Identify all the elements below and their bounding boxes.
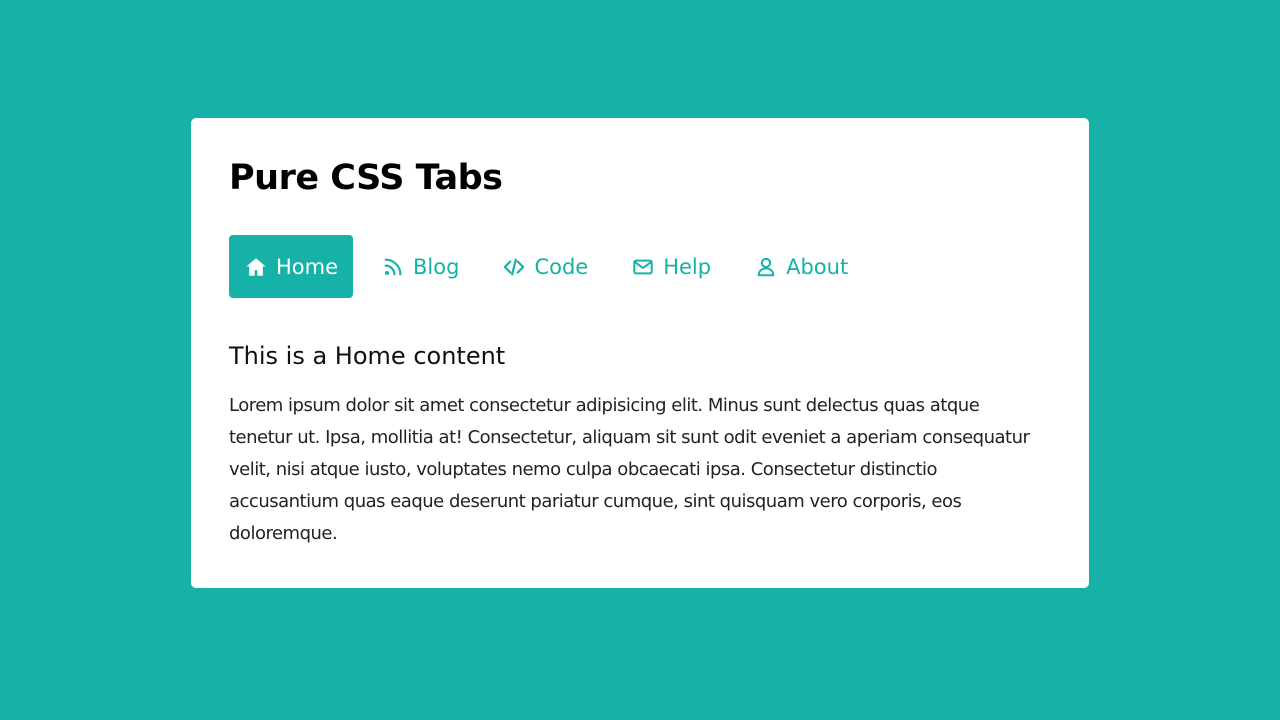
tab-content-body: Lorem ipsum dolor sit amet consectetur a… [229,395,1030,544]
tab-label-home: Home [276,254,339,279]
user-icon [754,255,778,279]
envelope-icon [631,255,655,279]
page-title: Pure CSS Tabs [229,158,503,198]
blog-icon [381,255,405,279]
tab-home[interactable]: Home [229,235,354,298]
tab-label-blog: Blog [413,254,460,279]
tab-code[interactable]: Code [487,235,603,298]
tab-label-help: Help [663,254,712,279]
tab-content-heading: This is a Home content [229,342,506,370]
home-icon [244,255,268,279]
tab-help[interactable]: Help [616,235,726,298]
tabs-card: Pure CSS Tabs Home Blog Code Help About … [191,118,1089,588]
tab-blog[interactable]: Blog [366,235,474,298]
tab-label-about: About [786,254,849,279]
code-icon [502,255,526,279]
tab-about[interactable]: About [739,235,863,298]
tab-bar: Home Blog Code Help About [229,235,876,298]
tab-label-code: Code [534,254,589,279]
